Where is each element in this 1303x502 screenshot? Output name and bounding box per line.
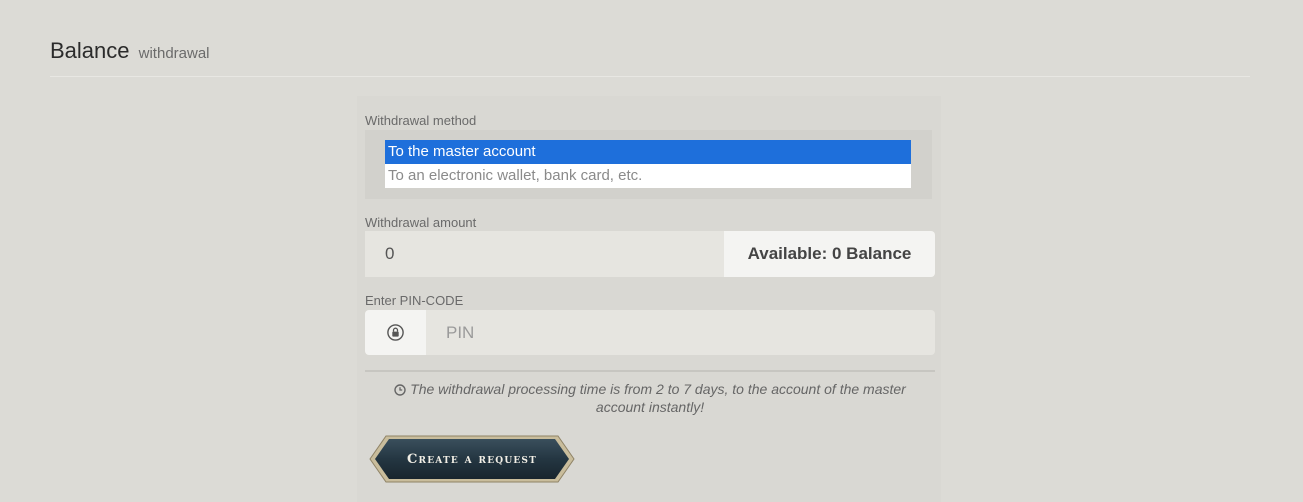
method-option-master-account[interactable]: To the master account: [385, 140, 911, 164]
available-balance-addon: Available: 0 Balance: [724, 231, 935, 277]
page-subtitle: withdrawal: [138, 45, 210, 62]
create-request-button[interactable]: Create a request: [368, 434, 576, 484]
pin-addon: [365, 310, 426, 355]
withdrawal-method-label: Withdrawal method: [365, 113, 477, 128]
lock-icon: [387, 324, 404, 341]
withdrawal-amount-input[interactable]: [365, 231, 725, 277]
withdrawal-method-select[interactable]: To the master account To an electronic w…: [385, 140, 911, 188]
processing-time-text: The withdrawal processing time is from 2…: [410, 381, 906, 415]
pin-code-label: Enter PIN-CODE: [365, 293, 464, 308]
withdrawal-amount-label: Withdrawal amount: [365, 215, 477, 230]
page-title: Balance withdrawal: [50, 38, 210, 64]
header-divider: [50, 76, 1250, 77]
pin-input[interactable]: [426, 310, 935, 355]
page-title-main: Balance: [50, 38, 130, 63]
create-request-label: Create a request: [406, 451, 538, 467]
note-divider: [365, 370, 935, 372]
method-option-electronic-wallet[interactable]: To an electronic wallet, bank card, etc.: [385, 164, 911, 188]
clock-icon: [394, 384, 406, 396]
processing-time-note: The withdrawal processing time is from 2…: [375, 380, 925, 416]
